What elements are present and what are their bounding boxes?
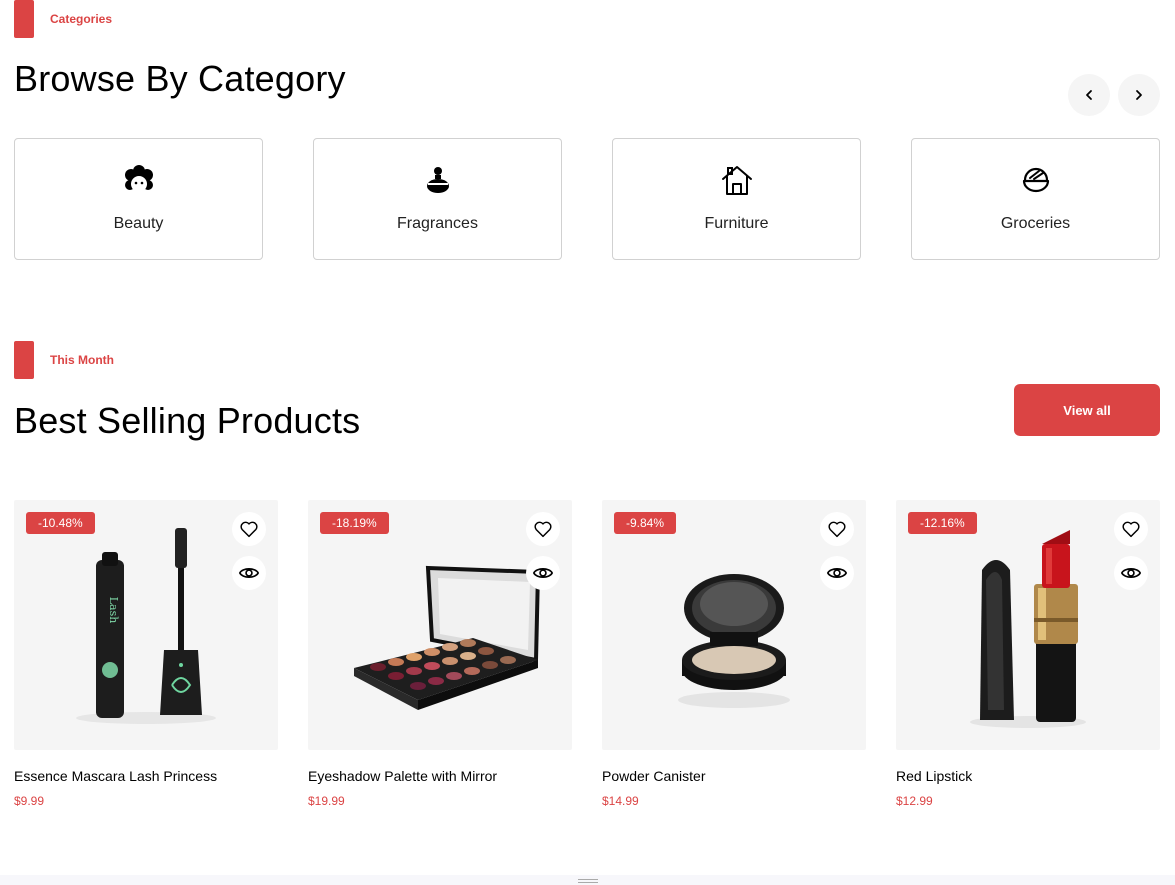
accent-bar [14,0,34,38]
eye-icon [1120,568,1142,578]
product-price: $12.99 [896,794,933,808]
product-price: $9.99 [14,794,45,808]
wishlist-button[interactable] [232,512,266,546]
eye-icon [532,568,554,578]
category-label: Groceries [1000,215,1071,232]
quick-view-button[interactable] [1114,556,1148,590]
category-card-beauty[interactable]: Beauty [14,138,263,260]
chevron-right-icon [1136,90,1142,100]
product-price: $14.99 [602,794,639,808]
product-card[interactable]: -18.19% Eyeshadow Palette with Mirror $1… [308,500,572,808]
grocery-bowl-icon [1018,163,1054,199]
perfume-bottle-icon [420,163,456,199]
chevron-left-icon [1086,90,1092,100]
svg-text:Lash: Lash [107,597,120,624]
heart-icon [240,521,258,538]
product-card[interactable]: Lash -10.48% Essence Mascara Lash Prince… [14,500,278,808]
category-label: Beauty [113,215,164,232]
beauty-face-icon [121,163,157,199]
quick-view-button[interactable] [232,556,266,590]
heart-icon [828,521,846,538]
this-month-eyebrow: This Month [14,341,114,379]
wishlist-button[interactable] [526,512,560,546]
product-name[interactable]: Red Lipstick [896,768,1160,784]
wishlist-button[interactable] [820,512,854,546]
eye-icon [826,568,848,578]
discount-badge: -18.19% [320,512,389,534]
heart-icon [534,521,552,538]
product-price: $19.99 [308,794,345,808]
next-button[interactable] [1118,74,1160,116]
categories-eyebrow: Categories [14,0,112,38]
product-name[interactable]: Essence Mascara Lash Princess [14,768,278,784]
quick-view-button[interactable] [526,556,560,590]
accent-bar [14,341,34,379]
product-name[interactable]: Eyeshadow Palette with Mirror [308,768,572,784]
view-all-button[interactable]: View all [1014,384,1160,436]
categories-eyebrow-label: Categories [50,12,113,26]
best-selling-title: Best Selling Products [14,400,361,441]
eye-icon [238,568,260,578]
wishlist-button[interactable] [1114,512,1148,546]
product-image-area[interactable]: Lash -10.48% [14,500,278,750]
product-image-area[interactable]: -18.19% [308,500,572,750]
category-label: Furniture [704,215,769,232]
product-card[interactable]: -9.84% Powder Canister $14.99 [602,500,866,808]
quick-view-button[interactable] [820,556,854,590]
footer-strip [0,875,1175,885]
heart-icon [1122,521,1140,538]
category-card-groceries[interactable]: Groceries [911,138,1160,260]
category-label: Fragrances [397,215,478,232]
discount-badge: -12.16% [908,512,977,534]
category-list: Beauty Fragrances Furniture Groceries [14,138,1160,260]
category-card-furniture[interactable]: Furniture [612,138,861,260]
product-image-area[interactable]: -12.16% [896,500,1160,750]
discount-badge: -9.84% [614,512,677,534]
product-image-area[interactable]: -9.84% [602,500,866,750]
discount-badge: -10.48% [26,512,95,534]
product-card[interactable]: -12.16% Red Lipstick $12.99 [896,500,1160,808]
category-card-fragrances[interactable]: Fragrances [313,138,562,260]
product-name[interactable]: Powder Canister [602,768,866,784]
home-icon [719,163,755,199]
drag-handle-icon[interactable] [578,879,598,883]
this-month-eyebrow-label: This Month [50,353,114,367]
browse-by-category-title: Browse By Category [14,58,346,99]
previous-button[interactable] [1068,74,1110,116]
